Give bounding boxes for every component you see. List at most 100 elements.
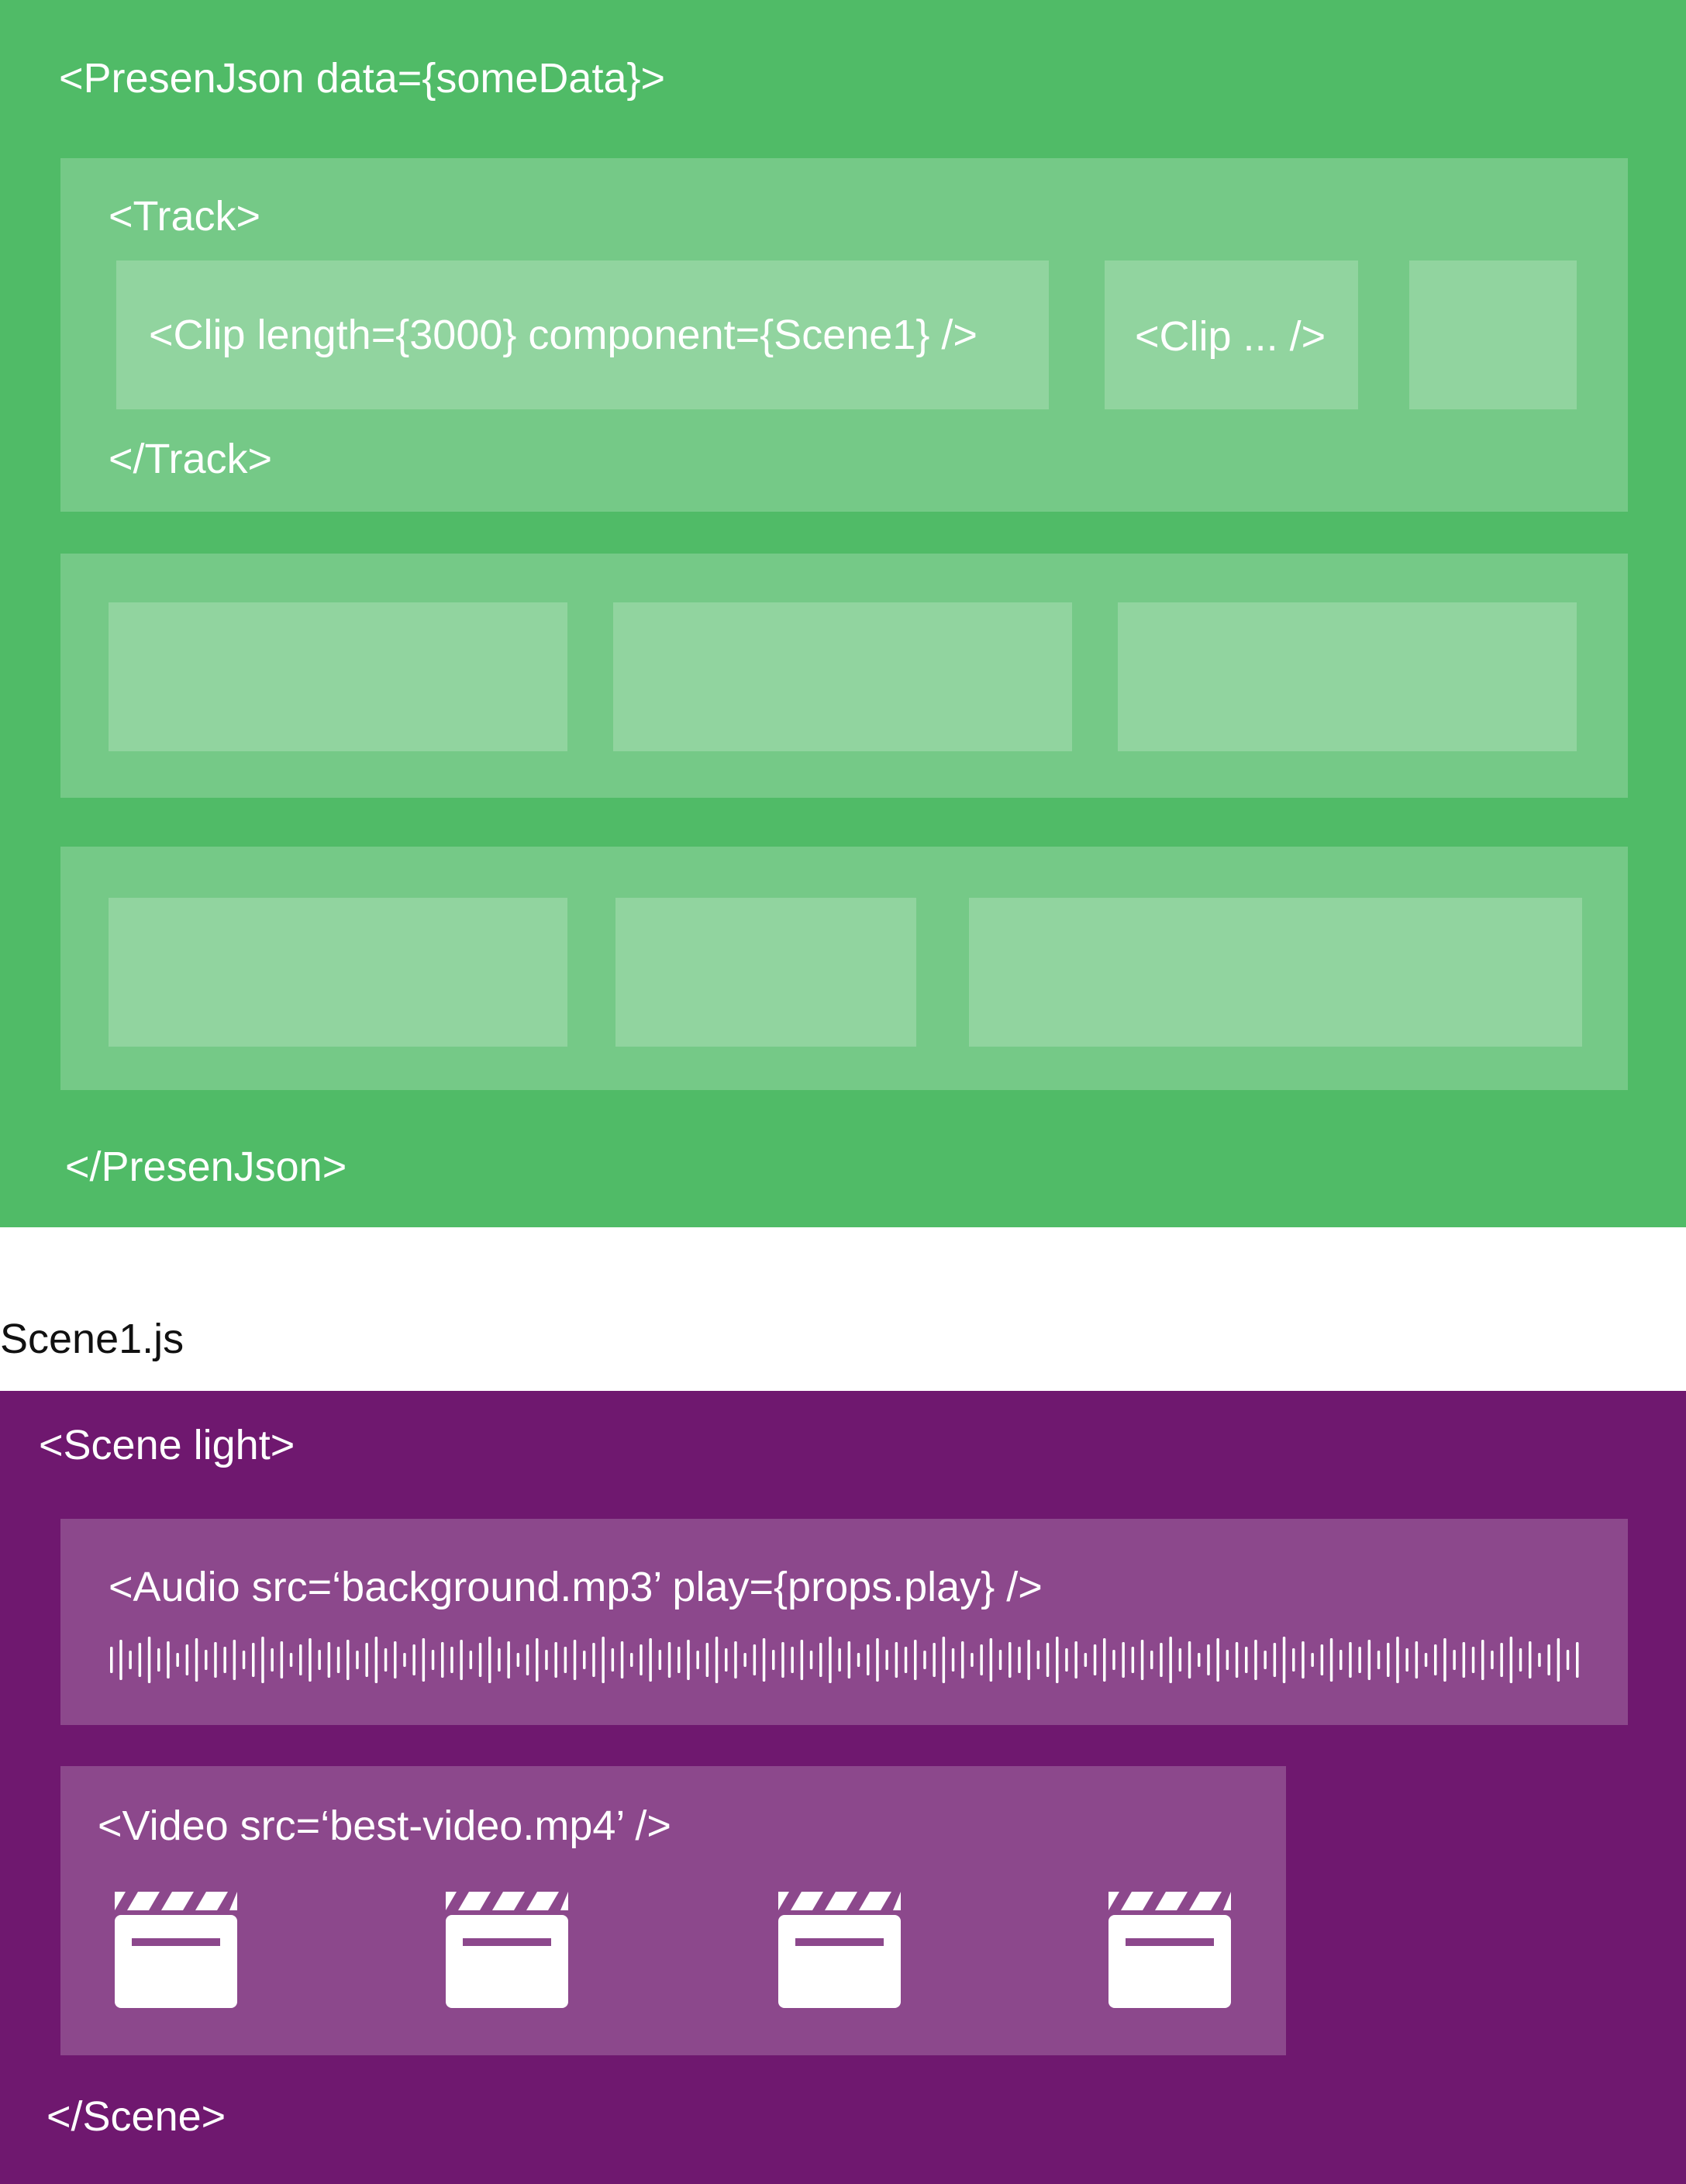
waveform-bar [498, 1648, 501, 1672]
track-close-tag: </Track> [109, 436, 273, 482]
track-open-tag: <Track> [109, 193, 261, 240]
waveform-bar [998, 1650, 1002, 1670]
waveform-bar [715, 1637, 719, 1683]
waveform-bar [1065, 1648, 1068, 1672]
audio-element-label: <Audio src=‘background.mp3’ play={props.… [109, 1564, 1043, 1610]
waveform-bar [441, 1642, 444, 1678]
waveform-bar [611, 1648, 615, 1672]
waveform-bar [602, 1637, 605, 1683]
waveform-bar [620, 1641, 624, 1679]
waveform-bar [347, 1640, 350, 1680]
waveform-bar [1198, 1653, 1201, 1667]
waveform-bar [1178, 1648, 1182, 1672]
waveform-bar [1112, 1650, 1115, 1670]
waveform-bar [1471, 1647, 1475, 1673]
waveform-bar [658, 1650, 662, 1670]
track-3-clip-2 [615, 898, 916, 1047]
waveform-bar [271, 1648, 274, 1672]
waveform-bar [167, 1641, 170, 1679]
waveform-bar [980, 1644, 983, 1675]
waveform-bar [1481, 1640, 1484, 1680]
waveform-bar [781, 1642, 784, 1678]
waveform-bar [526, 1644, 529, 1675]
waveform-bar [583, 1651, 586, 1669]
waveform-bar [1320, 1644, 1324, 1675]
waveform-bar [762, 1638, 766, 1682]
waveform-bar [1122, 1642, 1125, 1678]
waveform-bar [450, 1647, 453, 1673]
waveform-bar [725, 1648, 728, 1672]
waveform-bar [829, 1637, 832, 1683]
clapperboard-icon [778, 1892, 901, 2008]
waveform-bar [914, 1640, 917, 1680]
waveform-bar [242, 1651, 246, 1669]
waveform-bar [507, 1641, 510, 1679]
waveform-bar [1008, 1642, 1012, 1678]
waveform-bar [1576, 1642, 1579, 1678]
waveform-bar [1216, 1638, 1219, 1682]
waveform-bar [110, 1647, 113, 1673]
waveform-bar [318, 1650, 321, 1670]
waveform-bar [791, 1647, 794, 1673]
waveform-bar [138, 1643, 142, 1677]
waveform-bar [1443, 1638, 1446, 1682]
waveform-bar [753, 1644, 757, 1675]
waveform-bar [1396, 1637, 1399, 1683]
waveform-bar [469, 1651, 473, 1669]
waveform-bar [734, 1641, 737, 1679]
track-1-clip-1-label: <Clip length={3000} component={Scene1} /… [149, 312, 977, 358]
waveform-bar [809, 1651, 813, 1669]
waveform-bar [847, 1641, 851, 1679]
waveform-bar [384, 1648, 388, 1672]
waveform-bar [933, 1643, 936, 1677]
scene-close-tag: </Scene> [47, 2093, 226, 2140]
waveform-bar [923, 1651, 926, 1669]
waveform-bar [1349, 1642, 1352, 1678]
waveform-bar [678, 1647, 681, 1673]
waveform-bar [554, 1642, 557, 1678]
waveform-bar [327, 1642, 331, 1678]
waveform-bar [867, 1644, 870, 1675]
waveform-bar [1367, 1640, 1371, 1680]
waveform-bar [640, 1644, 643, 1675]
waveform-bar [1547, 1644, 1550, 1675]
track-3-clip-1 [109, 898, 567, 1047]
track-2-clip-2 [613, 602, 1072, 751]
waveform-bar [1018, 1647, 1021, 1673]
waveform-bar [838, 1648, 841, 1672]
waveform-bar [1538, 1653, 1541, 1667]
waveform-bar [895, 1642, 898, 1678]
waveform-bar [1491, 1651, 1494, 1669]
waveform-bar [431, 1650, 435, 1670]
waveform-bar [1557, 1638, 1560, 1682]
waveform-bar [743, 1653, 746, 1667]
waveform-bar [1415, 1641, 1419, 1679]
audio-waveform-icon [110, 1637, 1579, 1683]
waveform-bar [942, 1637, 946, 1683]
waveform-bar [214, 1642, 217, 1678]
waveform-bar [422, 1638, 426, 1682]
waveform-bar [394, 1641, 397, 1679]
waveform-bar [1188, 1641, 1191, 1679]
waveform-bar [1292, 1648, 1295, 1672]
waveform-bar [885, 1650, 888, 1670]
waveform-bar [1462, 1642, 1466, 1678]
waveform-bar [1046, 1643, 1050, 1677]
waveform-bar [772, 1650, 775, 1670]
waveform-bar [195, 1638, 198, 1682]
waveform-bar [1150, 1651, 1153, 1669]
clapperboard-icon [115, 1892, 237, 2008]
waveform-bar [876, 1638, 879, 1682]
track-1-clip-2-label: <Clip ... /> [1135, 313, 1326, 360]
waveform-bar [1056, 1637, 1059, 1683]
waveform-bar [1273, 1643, 1277, 1677]
waveform-bar [1036, 1651, 1040, 1669]
waveform-bar [412, 1644, 415, 1675]
video-element-label: <Video src=‘best-video.mp4’ /> [98, 1803, 671, 1849]
track-2-clip-3 [1118, 602, 1577, 751]
waveform-bar [1405, 1648, 1408, 1672]
waveform-bar [460, 1640, 463, 1680]
presenjson-close-tag: </PresenJson> [65, 1144, 347, 1190]
waveform-bar [1226, 1650, 1229, 1670]
waveform-bar [1529, 1641, 1532, 1679]
